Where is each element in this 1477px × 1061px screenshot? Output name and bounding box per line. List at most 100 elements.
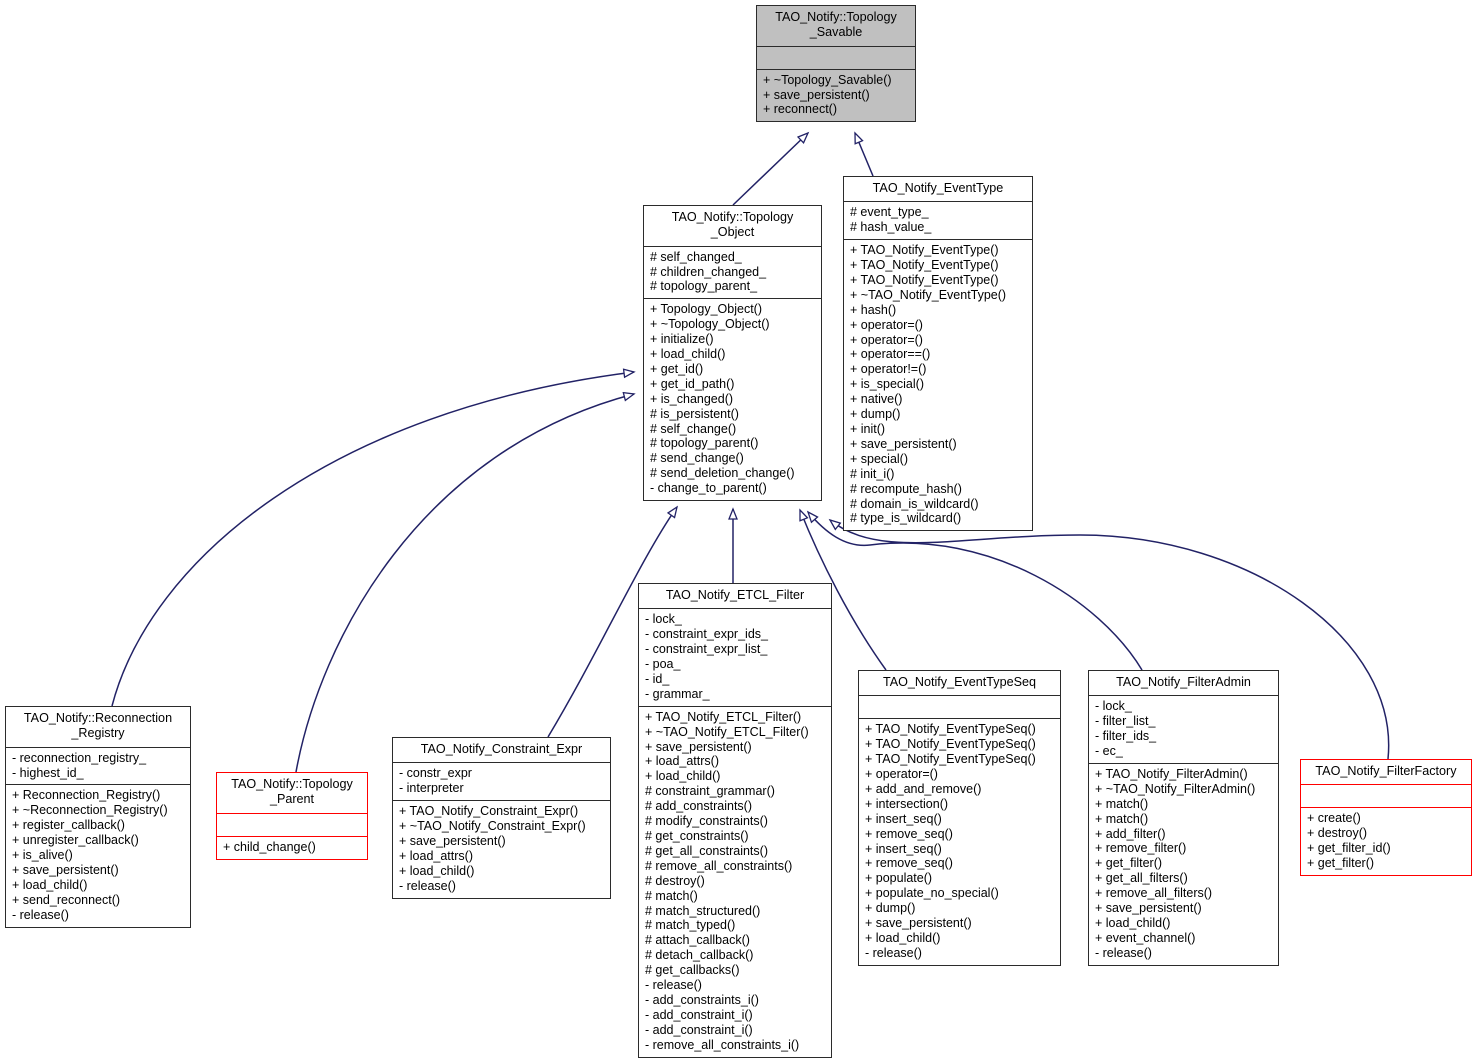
class-operation: + operator=() <box>850 332 923 347</box>
class-operation: + Reconnection_Registry() <box>12 788 161 803</box>
class-operation: # send_deletion_change() <box>650 466 795 481</box>
class-title-event_type: TAO_Notify_EventType <box>844 177 1032 203</box>
class-operation: + TAO_Notify_ETCL_Filter() <box>645 709 802 724</box>
class-operations-constraint_expr: + TAO_Notify_Constraint_Expr() + ~TAO_Not… <box>393 801 610 897</box>
class-operation: + ~Topology_Savable() <box>763 72 892 87</box>
uml-class-etcl_filter[interactable]: TAO_Notify_ETCL_Filter - lock_ - constrain… <box>638 583 832 1058</box>
uml-class-filter_factory[interactable]: TAO_Notify_FilterFactory + create() + dest… <box>1300 759 1472 876</box>
class-operation: + ~Reconnection_Registry() <box>12 803 168 818</box>
class-attribute: - lock_ <box>645 612 682 627</box>
class-operation: # domain_is_wildcard() <box>850 496 979 511</box>
class-operation: + TAO_Notify_EventType() <box>850 243 999 258</box>
class-operation: # self_change() <box>650 421 737 436</box>
class-operation: + load_child() <box>865 930 941 945</box>
class-operation: - release() <box>1095 945 1152 960</box>
class-operation: + TAO_Notify_EventTypeSeq() <box>865 722 1036 737</box>
class-attribute: - grammar_ <box>645 686 710 701</box>
empty-attribute-compartment <box>1307 788 1466 803</box>
class-operation: - add_constraint_i() <box>645 1022 753 1037</box>
class-attribute: # topology_parent_ <box>650 279 758 294</box>
class-operation: + ~TAO_Notify_EventType() <box>850 287 1007 302</box>
class-operation: # modify_constraints() <box>645 814 768 829</box>
class-operation: + special() <box>850 451 909 466</box>
class-operation: # detach_callback() <box>645 948 754 963</box>
class-attribute: # hash_value_ <box>850 220 932 235</box>
edge-filter-admin-to-topology-object <box>806 510 1143 671</box>
class-operations-event_type: + TAO_Notify_EventType() + TAO_Notify_Eve… <box>844 240 1032 530</box>
class-operation: - release() <box>645 978 702 993</box>
class-attributes-etcl_filter: - lock_ - constraint_expr_ids_ - constrain… <box>639 609 831 707</box>
class-operation: # match_typed() <box>645 918 736 933</box>
class-operation: + get_filter_id() <box>1307 841 1391 856</box>
class-title-filter_factory: TAO_Notify_FilterFactory <box>1301 760 1471 786</box>
uml-class-topology_object[interactable]: TAO_Notify::Topology _Object # self_chang… <box>643 205 822 502</box>
uml-class-event_type_seq[interactable]: TAO_Notify_EventTypeSeq + TAO_Notify_Even… <box>858 670 1061 966</box>
class-attribute: - filter_ids_ <box>1095 729 1157 744</box>
class-operation: # recompute_hash() <box>850 481 962 496</box>
empty-attribute-compartment <box>223 817 362 832</box>
uml-class-topology_parent[interactable]: TAO_Notify::Topology _Parent+ child_chan… <box>216 772 368 860</box>
class-operation: - add_constraint_i() <box>645 1007 753 1022</box>
class-operation: + load_child() <box>12 877 88 892</box>
class-title-topology_savable: TAO_Notify::Topology _Savable <box>757 6 915 47</box>
class-operation: + load_attrs() <box>399 848 473 863</box>
class-operation: + get_filter() <box>1095 856 1163 871</box>
class-operation: + load_attrs() <box>645 754 719 769</box>
class-operation: + operator!=() <box>850 362 927 377</box>
class-operation: # remove_all_constraints() <box>645 858 793 873</box>
class-operations-topology_savable: + ~Topology_Savable() + save_persistent()… <box>757 70 915 122</box>
class-title-topology_parent: TAO_Notify::Topology _Parent <box>217 773 367 814</box>
class-title-filter_admin: TAO_Notify_FilterAdmin <box>1089 671 1278 697</box>
class-operations-event_type_seq: + TAO_Notify_EventTypeSeq() + TAO_Notify_… <box>859 719 1060 965</box>
uml-class-topology_savable[interactable]: TAO_Notify::Topology _Savable+ ~Topology… <box>756 5 916 123</box>
class-operation: + child_change() <box>223 839 316 854</box>
class-operation: # get_all_constraints() <box>645 843 768 858</box>
class-operation: + register_callback() <box>12 818 125 833</box>
class-operation: - remove_all_constraints_i() <box>645 1037 800 1052</box>
uml-class-reconnection_registry[interactable]: TAO_Notify::Reconnection _Registry - reco… <box>5 706 191 928</box>
class-operation: + populate() <box>865 871 933 886</box>
class-attribute: - constr_expr <box>399 766 472 781</box>
class-operation: - add_constraints_i() <box>645 992 759 1007</box>
class-operation: + Topology_Object() <box>650 302 762 317</box>
class-operation: # type_is_wildcard() <box>850 511 962 526</box>
class-operation: - change_to_parent() <box>650 481 767 496</box>
class-operations-filter_factory: + create() + destroy() + get_filter_id() + … <box>1301 808 1471 875</box>
class-operation: + remove_seq() <box>865 826 953 841</box>
class-attribute: - reconnection_registry_ <box>12 750 147 765</box>
class-operation: + add_and_remove() <box>865 781 982 796</box>
class-attribute: - filter_list_ <box>1095 714 1156 729</box>
class-operation: - release() <box>12 907 69 922</box>
uml-class-constraint_expr[interactable]: TAO_Notify_Constraint_Expr - constr_expr -… <box>392 737 611 899</box>
class-operations-topology_object: + Topology_Object() + ~Topology_Object() +… <box>644 299 821 500</box>
class-operation: + save_persistent() <box>645 739 752 754</box>
edge-topology-object-to-savable <box>732 131 810 206</box>
uml-class-filter_admin[interactable]: TAO_Notify_FilterAdmin - lock_ - filter_li… <box>1088 670 1279 966</box>
class-operation: + hash() <box>850 302 897 317</box>
class-operation: + unregister_callback() <box>12 833 139 848</box>
class-attribute: - id_ <box>645 671 670 686</box>
class-attributes-event_type_seq <box>859 696 1060 720</box>
class-attributes-filter_factory <box>1301 785 1471 809</box>
class-operation: + get_id() <box>650 361 704 376</box>
class-operation: + intersection() <box>865 796 949 811</box>
uml-class-event_type[interactable]: TAO_Notify_EventType # event_type_ # hash_… <box>843 176 1033 532</box>
class-attribute: - highest_id_ <box>12 765 84 780</box>
class-operation: + TAO_Notify_Constraint_Expr() <box>399 804 579 819</box>
class-attribute: - poa_ <box>645 657 681 672</box>
class-operation: # constraint_grammar() <box>645 784 775 799</box>
class-operation: + remove_seq() <box>865 856 953 871</box>
class-operation: + create() <box>1307 811 1361 826</box>
class-operation: + add_filter() <box>1095 826 1166 841</box>
class-title-etcl_filter: TAO_Notify_ETCL_Filter <box>639 584 831 610</box>
class-operation: + operator==() <box>850 347 931 362</box>
class-attributes-constraint_expr: - constr_expr - interpreter <box>393 763 610 802</box>
class-operation: - release() <box>865 945 922 960</box>
class-attribute: - constraint_expr_list_ <box>645 642 768 657</box>
class-attributes-topology_savable <box>757 47 915 70</box>
class-operation: + send_reconnect() <box>12 892 121 907</box>
edge-event-type-to-savable <box>854 131 874 177</box>
class-attributes-filter_admin: - lock_ - filter_list_ - filter_ids_ - ec_ <box>1089 696 1278 764</box>
class-operations-reconnection_registry: + Reconnection_Registry() + ~Reconnection… <box>6 785 190 926</box>
class-operation: # match_structured() <box>645 903 761 918</box>
